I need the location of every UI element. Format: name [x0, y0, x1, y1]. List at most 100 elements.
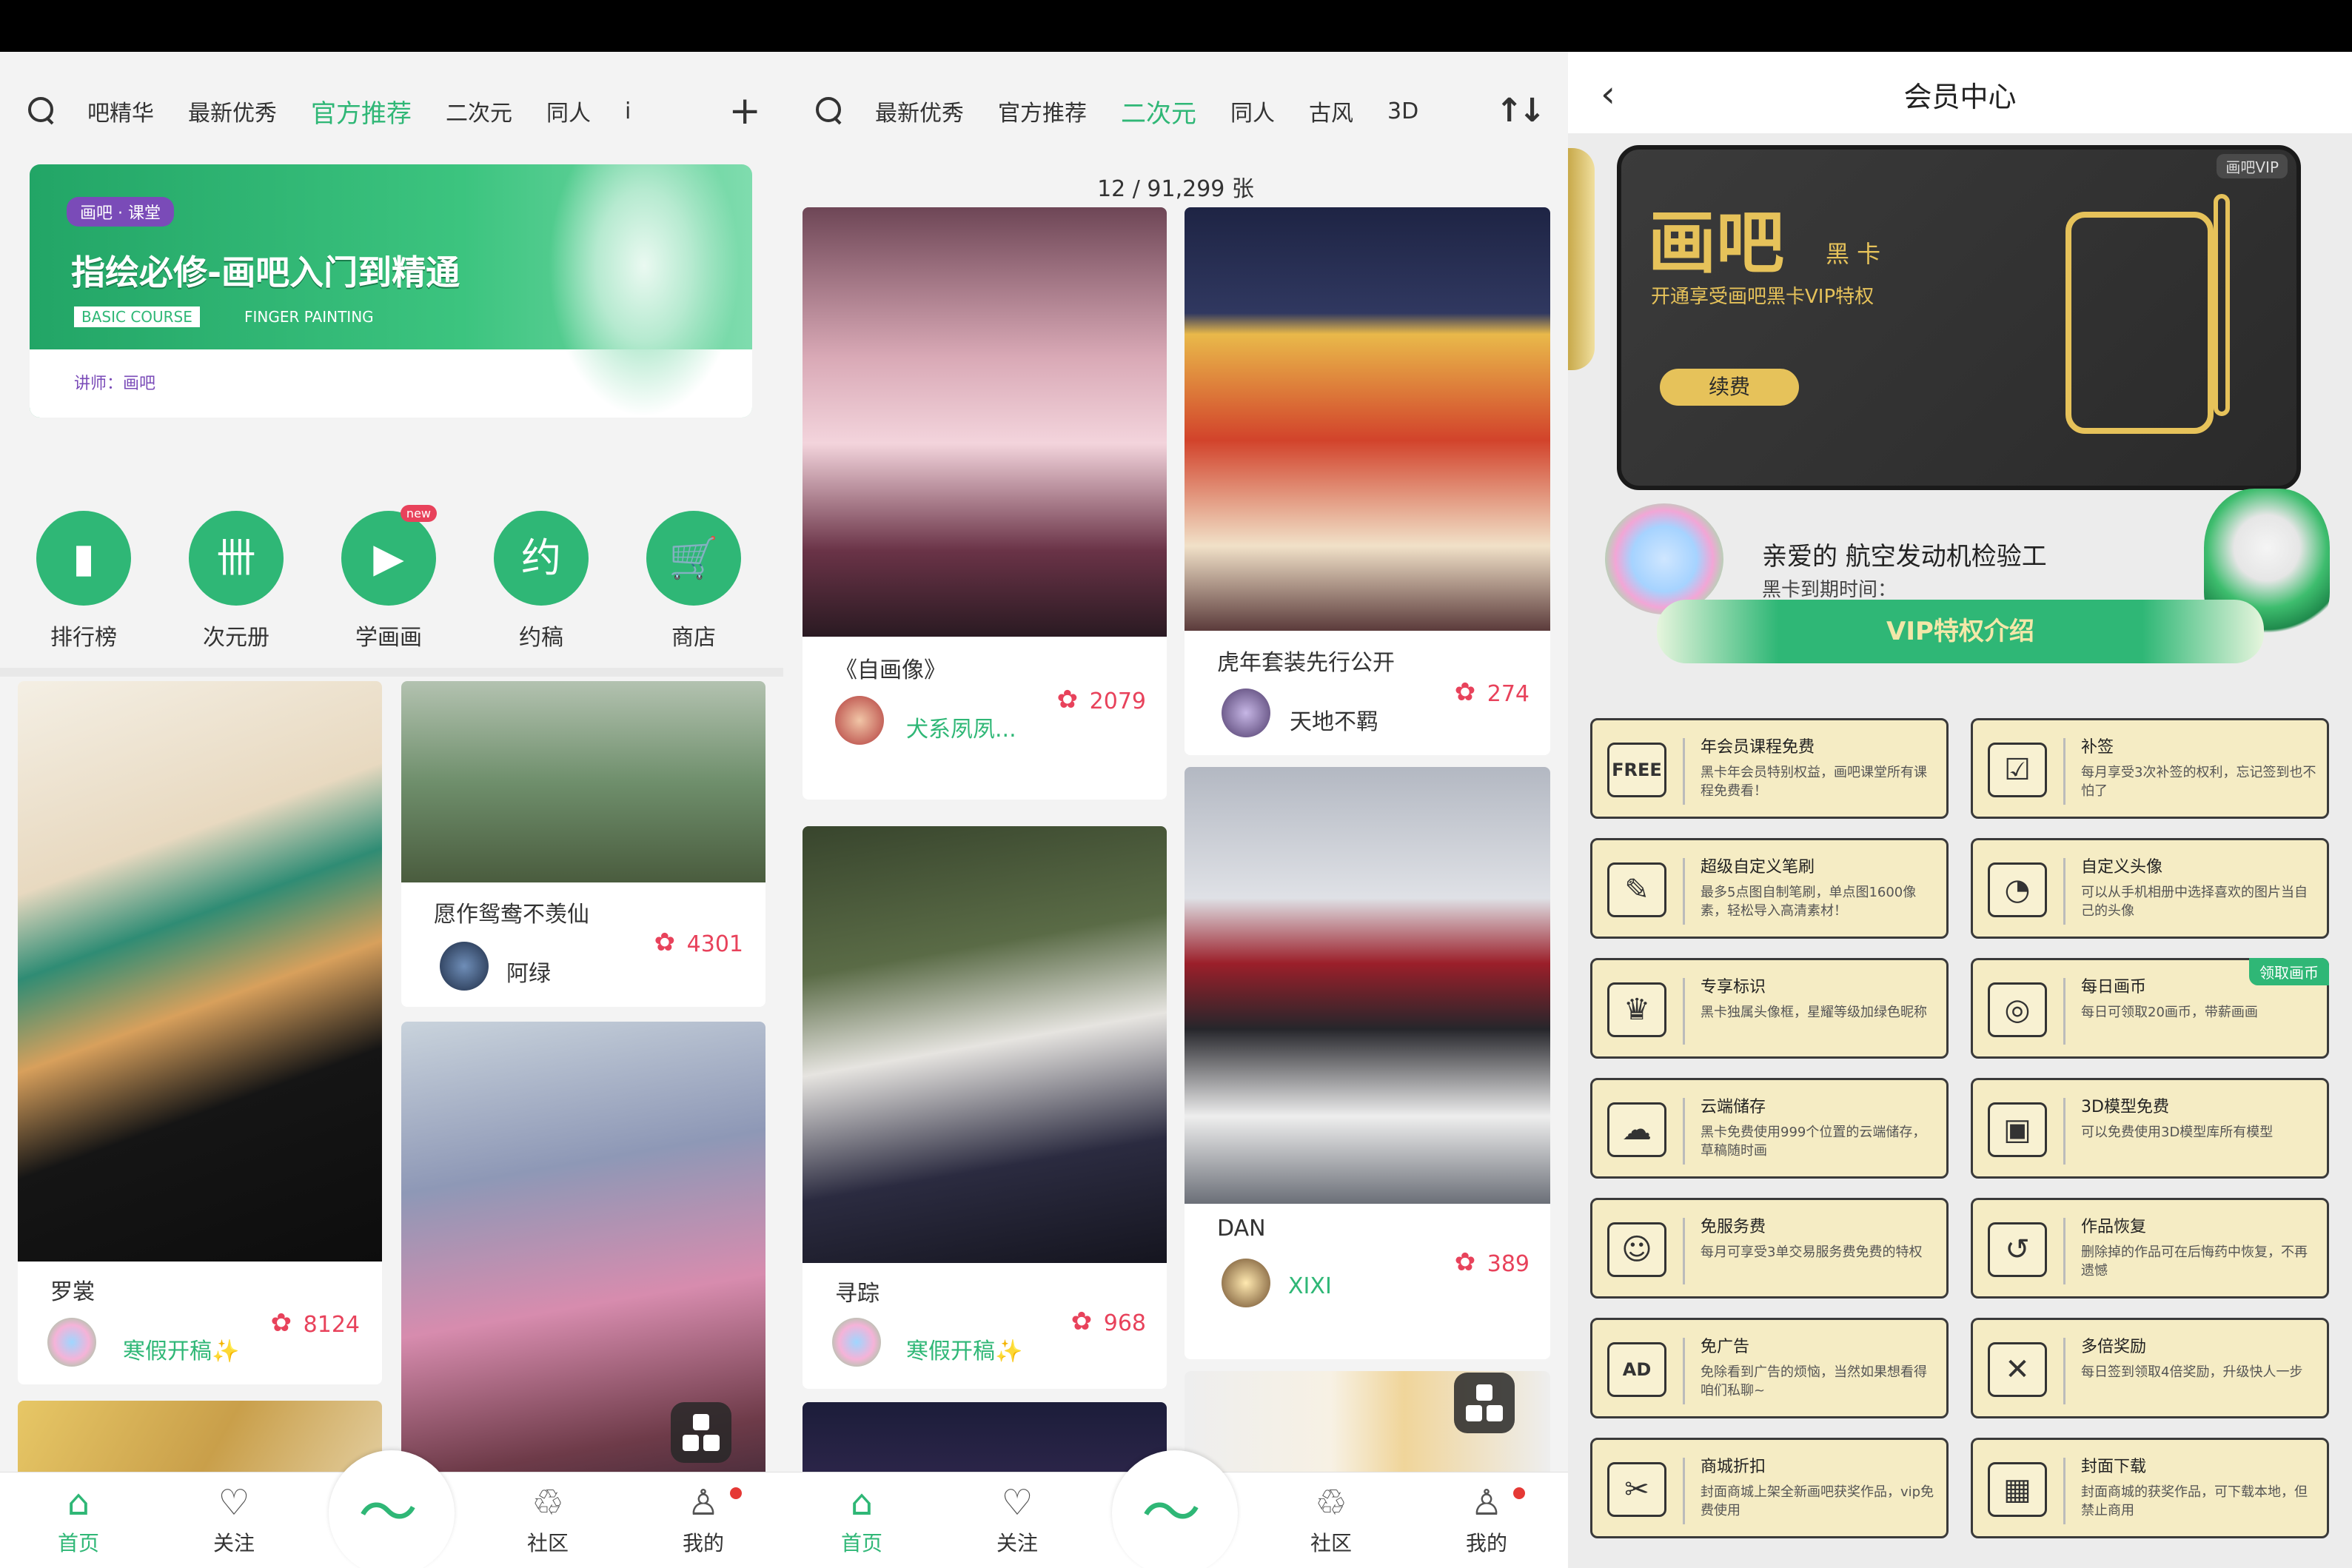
brush-icon: ✎ — [1607, 862, 1666, 917]
post-image[interactable] — [803, 207, 1167, 637]
prev-card-peek — [1568, 148, 1595, 370]
feature-card[interactable]: ◎ 每日画币 每日可领取20画币，带薪画画 领取画币 — [1971, 958, 2329, 1059]
post-image[interactable] — [803, 826, 1167, 1263]
tab-fanart[interactable]: 同人 — [546, 95, 591, 127]
post-author[interactable]: 寒假开稿✨ — [123, 1333, 239, 1365]
claim-coins-badge[interactable]: 领取画币 — [2249, 958, 2329, 985]
nav-follow[interactable]: ♡ 关注 — [190, 1483, 278, 1557]
post-image[interactable] — [401, 681, 765, 882]
shortcut-commission[interactable]: 约约稿 — [493, 511, 589, 651]
post-author[interactable]: 犬系夙夙... — [906, 711, 1016, 743]
shortcut-learn[interactable]: ▶ 学画画 new — [341, 505, 437, 651]
post-likes[interactable]: 274 — [1455, 677, 1530, 707]
feature-card[interactable]: AD 免广告 免除看到广告的烦恼，当然如果想看得咱们私聊~ — [1590, 1318, 1949, 1418]
nav-home[interactable]: ⌂ 首页 — [817, 1483, 906, 1557]
post-card[interactable]: DAN XIXI 389 — [1185, 767, 1550, 1359]
avatar-frame[interactable] — [1605, 503, 1723, 614]
avatar[interactable] — [440, 942, 489, 991]
tab-featured[interactable]: 吧精华 — [87, 95, 154, 127]
banner-tag: 画吧 · 课堂 — [67, 197, 174, 227]
feature-desc: 免除看到广告的烦恼，当然如果想看得咱们私聊~ — [1701, 1364, 1927, 1398]
course-banner[interactable]: 画吧 · 课堂 指绘必修-画吧入门到精通 BASIC COURSE FINGER… — [30, 164, 752, 418]
feature-card[interactable]: ▦ 封面下载 封面商城的获奖作品，可下载本地，但禁止商用 — [1971, 1438, 2329, 1538]
nav-community[interactable]: ♲ 社区 — [503, 1483, 592, 1557]
feature-card[interactable]: ↺ 作品恢复 删除掉的作品可在后悔药中恢复，不再遗憾 — [1971, 1198, 2329, 1299]
tab-anime[interactable]: 二次元 — [446, 95, 512, 127]
search-icon[interactable] — [27, 96, 58, 127]
tab-fanart[interactable]: 同人 — [1230, 95, 1275, 127]
feature-title: 超级自定义笔刷 — [1701, 858, 1815, 877]
community-icon: ♲ — [1315, 1482, 1347, 1524]
avatar[interactable] — [47, 1318, 96, 1367]
post-author[interactable]: XIXI — [1288, 1273, 1332, 1299]
shortcut-ranking[interactable]: ▮ 排行榜 — [36, 511, 132, 651]
post-image[interactable] — [1185, 767, 1550, 1204]
sort-icon[interactable]: ↑↓ — [1495, 92, 1546, 130]
post-card[interactable]: 寻踪 寒假开稿✨ 968 — [803, 826, 1167, 1389]
avatar[interactable] — [1222, 688, 1270, 737]
create-button[interactable]: 〜 — [1112, 1450, 1238, 1568]
nav-label: 我的 — [682, 1531, 724, 1555]
search-icon[interactable] — [814, 96, 845, 127]
cart-icon: 🛒 — [646, 511, 741, 606]
tab-latest[interactable]: 最新优秀 — [875, 95, 964, 127]
nav-label: 关注 — [996, 1531, 1038, 1555]
post-author[interactable]: 寒假开稿✨ — [906, 1333, 1022, 1365]
post-card[interactable]: 虎年套装先行公开 天地不羁 274 — [1185, 207, 1550, 755]
post-card[interactable]: 愿作鸳鸯不羡仙 阿绿 4301 — [401, 681, 765, 1007]
post-author[interactable]: 阿绿 — [506, 955, 551, 988]
post-author[interactable]: 天地不羁 — [1290, 703, 1378, 736]
avatar[interactable] — [1222, 1259, 1270, 1307]
shortcut-label: 商店 — [671, 625, 716, 651]
feature-card[interactable]: ✎ 超级自定义笔刷 最多5点图自制笔刷，单点图1600像素，轻松导入高清素材！ — [1590, 838, 1949, 939]
layout-toggle-button[interactable] — [1454, 1373, 1515, 1433]
post-likes[interactable]: 968 — [1071, 1307, 1146, 1336]
feature-card[interactable]: ☁ 云端储存 黑卡免费使用999个位置的云端储存，草稿随时画 — [1590, 1078, 1949, 1179]
bottom-nav: ⌂ 首页 ♡ 关注 〜 ♲ 社区 ♙ 我的 — [783, 1450, 1568, 1568]
post-card[interactable]: 《自画像》 犬系夙夙... 2079 — [803, 207, 1167, 800]
black-card[interactable]: 画吧 黑 卡 开通享受画吧黑卡VIP特权 续费 画吧VIP — [1617, 145, 2301, 490]
avatar[interactable] — [835, 696, 884, 745]
post-likes[interactable]: 2079 — [1057, 685, 1146, 714]
feature-title: 自定义头像 — [2081, 858, 2163, 877]
feature-card[interactable]: ✕ 多倍奖励 每日签到领取4倍奖励，升级快人一步 — [1971, 1318, 2329, 1418]
feature-title: 作品恢复 — [2081, 1218, 2147, 1236]
layout-toggle-button[interactable] — [671, 1402, 731, 1463]
add-tab-icon[interactable]: + — [728, 92, 761, 130]
nav-home[interactable]: ⌂ 首页 — [34, 1483, 123, 1557]
tab-ancient[interactable]: 古风 — [1309, 95, 1353, 127]
post-likes[interactable]: 389 — [1455, 1247, 1530, 1277]
nav-community[interactable]: ♲ 社区 — [1287, 1483, 1376, 1557]
feature-card[interactable]: ◔ 自定义头像 可以从手机相册中选择喜欢的图片当自己的头像 — [1971, 838, 2329, 939]
post-image[interactable] — [18, 681, 382, 1262]
feature-card[interactable]: ▣ 3D模型免费 可以免费使用3D模型库所有模型 — [1971, 1078, 2329, 1179]
post-card[interactable]: 罗裳 寒假开稿✨ 8124 — [18, 681, 382, 1384]
create-button[interactable]: 〜 — [329, 1450, 455, 1568]
tab-anime[interactable]: 二次元 — [1121, 93, 1196, 130]
post-likes[interactable]: 8124 — [271, 1308, 360, 1338]
tab-latest[interactable]: 最新优秀 — [188, 95, 277, 127]
banner-teacher: 讲师：画吧 — [74, 375, 156, 393]
tab-official[interactable]: 官方推荐 — [311, 93, 412, 130]
like-count: 2079 — [1089, 688, 1146, 714]
nav-follow[interactable]: ♡ 关注 — [973, 1483, 1062, 1557]
feature-card[interactable]: FREE 年会员课程免费 黑卡年会员特别权益，画吧课堂所有课程免费看！ — [1590, 718, 1949, 819]
tab-official[interactable]: 官方推荐 — [998, 95, 1087, 127]
avatar[interactable] — [832, 1318, 881, 1367]
tab-3d[interactable]: 3D — [1387, 98, 1418, 124]
feature-card[interactable]: ♛ 专享标识 黑卡独属头像框，星耀等级加绿色昵称 — [1590, 958, 1949, 1059]
post-likes[interactable]: 4301 — [654, 928, 743, 957]
shortcut-album[interactable]: 卌次元册 — [188, 511, 284, 651]
feature-title: 专享标识 — [1701, 978, 1766, 996]
like-count: 968 — [1103, 1310, 1146, 1336]
feature-title: 免服务费 — [1701, 1218, 1766, 1236]
feature-card[interactable]: ☑ 补签 每月享受3次补签的权利，忘记签到也不怕了 — [1971, 718, 2329, 819]
feature-card[interactable]: ✂ 商城折扣 封面商城上架全新画吧获奖作品，vip免费使用 — [1590, 1438, 1949, 1538]
post-image[interactable] — [1185, 207, 1550, 631]
renew-button[interactable]: 续费 — [1660, 369, 1799, 406]
shortcut-shop[interactable]: 🛒 商店 — [646, 511, 742, 651]
feature-card[interactable]: ☺ 免服务费 每月可享受3单交易服务费免费的特权 — [1590, 1198, 1949, 1299]
avatar-icon: ◔ — [1988, 862, 2047, 917]
tab-overflow[interactable]: i — [625, 98, 631, 124]
divider — [2063, 978, 2065, 1045]
